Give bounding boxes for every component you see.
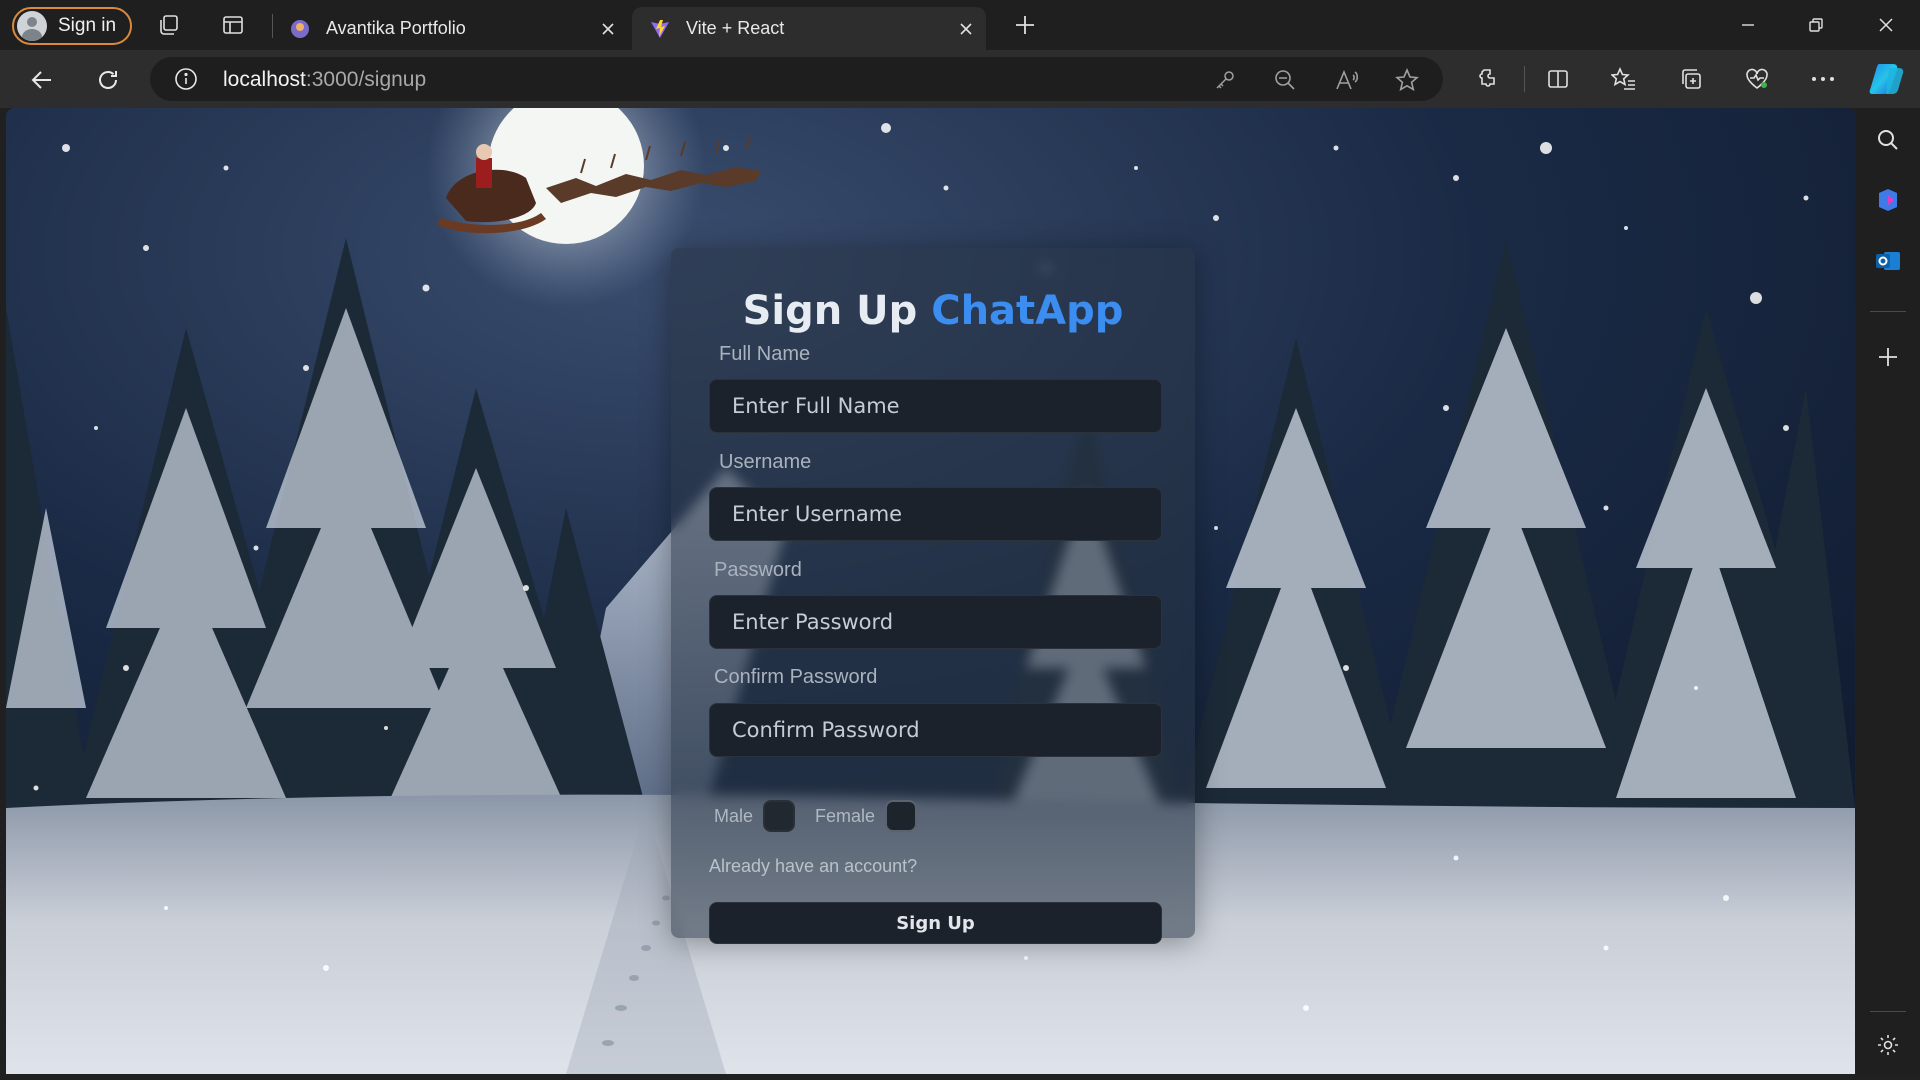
profile-signin-button[interactable]: Sign in	[12, 7, 132, 45]
sidebar-divider	[1870, 311, 1906, 312]
avatar	[17, 11, 47, 41]
add-icon[interactable]	[1871, 340, 1905, 374]
edge-sidebar	[1856, 108, 1920, 1080]
gender-selector: Male Female	[714, 800, 918, 832]
fullname-input[interactable]	[709, 379, 1162, 433]
password-label: Password	[714, 559, 802, 581]
portfolio-favicon-icon	[291, 19, 309, 38]
tab-divider	[272, 14, 273, 38]
gender-male-label: Male	[714, 805, 754, 826]
restore-icon[interactable]	[1788, 6, 1844, 44]
page-title: Sign Up ChatApp	[671, 288, 1195, 334]
username-input[interactable]	[709, 487, 1162, 541]
signin-label: Sign in	[58, 15, 117, 36]
tab-avantika-portfolio[interactable]: Avantika Portfolio	[288, 7, 628, 50]
workspaces-icon[interactable]	[154, 10, 184, 40]
copilot-icon[interactable]	[1868, 60, 1906, 98]
signup-button[interactable]: Sign Up	[709, 902, 1162, 944]
collections-icon[interactable]	[1674, 62, 1708, 96]
fullname-label: Full Name	[719, 343, 811, 365]
url-text[interactable]: localhost:3000/signup	[223, 68, 426, 92]
address-bar[interactable]: localhost:3000/signup	[150, 57, 1443, 101]
tab-vite-react[interactable]: Vite + React	[632, 7, 986, 50]
zoom-out-icon[interactable]	[1272, 67, 1298, 93]
title-brand: ChatApp	[931, 288, 1124, 334]
username-label: Username	[719, 451, 812, 473]
close-icon[interactable]	[952, 15, 980, 43]
tab-title: Avantika Portfolio	[326, 18, 466, 38]
settings-icon[interactable]	[1871, 1028, 1905, 1062]
refresh-icon[interactable]	[90, 62, 126, 98]
browser-toolbar: localhost:3000/signup	[0, 50, 1920, 108]
favorites-icon[interactable]	[1607, 62, 1641, 96]
close-window-icon[interactable]	[1858, 6, 1914, 44]
read-aloud-icon[interactable]	[1334, 67, 1360, 93]
back-icon[interactable]	[24, 62, 60, 98]
password-key-icon[interactable]	[1212, 67, 1238, 93]
sidebar-divider	[1870, 1011, 1906, 1012]
title-prefix: Sign Up	[742, 288, 918, 334]
browser-essentials-icon[interactable]	[1740, 62, 1774, 96]
password-input[interactable]	[709, 595, 1162, 649]
favorite-star-icon[interactable]	[1394, 67, 1420, 93]
info-icon[interactable]	[174, 67, 198, 91]
new-tab-icon[interactable]	[1009, 9, 1041, 41]
gender-male-checkbox[interactable]	[763, 800, 796, 832]
more-icon[interactable]	[1806, 62, 1840, 96]
vertical-tabs-icon[interactable]	[218, 10, 248, 40]
extensions-icon[interactable]	[1470, 62, 1504, 96]
search-icon[interactable]	[1871, 123, 1905, 157]
window-bottom-edge	[0, 1074, 1920, 1080]
confirm-password-input[interactable]	[709, 703, 1162, 757]
copilot-sidebar-icon[interactable]	[1871, 183, 1905, 217]
close-icon[interactable]	[594, 15, 622, 43]
minimize-icon[interactable]	[1720, 6, 1776, 44]
toolbar-divider	[1524, 66, 1525, 92]
vite-favicon-icon	[651, 19, 669, 38]
tab-strip: Sign in Avantika Portfolio Vite + React	[0, 0, 1920, 50]
confirm-password-label: Confirm Password	[714, 666, 878, 688]
gender-female-label: Female	[815, 805, 876, 826]
split-screen-icon[interactable]	[1541, 62, 1575, 96]
outlook-icon[interactable]	[1871, 244, 1905, 278]
signup-card: Sign Up ChatApp Full Name Username Passw…	[671, 248, 1195, 944]
tab-title: Vite + React	[686, 18, 785, 38]
login-link[interactable]: Already have an account?	[709, 856, 917, 877]
gender-female-checkbox[interactable]	[885, 800, 918, 832]
page-viewport: Sign Up ChatApp Full Name Username Passw…	[6, 108, 1855, 1074]
